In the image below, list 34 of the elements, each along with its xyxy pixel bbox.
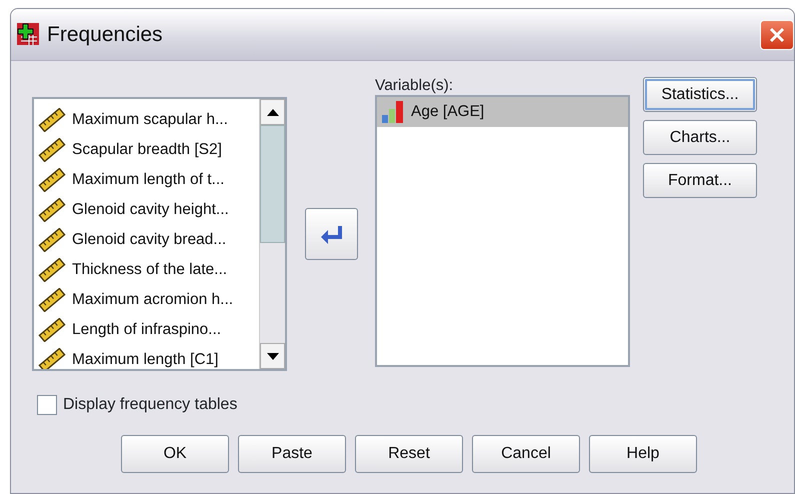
close-button[interactable] — [760, 20, 794, 50]
dialog-button[interactable]: Cancel — [472, 435, 580, 473]
dialog-button[interactable]: Help — [589, 435, 697, 473]
dialog-button[interactable]: OK — [121, 435, 229, 473]
checkbox[interactable] — [37, 395, 57, 415]
dialog-button[interactable]: Format... — [643, 163, 757, 198]
list-item[interactable]: Scapular breadth [S2] — [34, 135, 259, 165]
up-arrow-icon — [266, 108, 278, 116]
down-arrow-icon — [266, 352, 278, 360]
variables-label: Variable(s): — [375, 77, 454, 95]
bar-chart-icon — [381, 100, 405, 124]
scrollbar[interactable] — [259, 99, 285, 369]
arrow-icon — [320, 224, 342, 244]
app-icon — [17, 23, 39, 46]
list-item[interactable]: Length of infraspino... — [34, 315, 259, 345]
checkbox-label: Display frequency tables — [63, 395, 238, 415]
list-item[interactable]: Maximum length of t... — [34, 165, 259, 195]
dialog-button[interactable]: Reset — [355, 435, 463, 473]
list-item[interactable]: Glenoid cavity bread... — [34, 225, 259, 255]
dialog-button[interactable]: Statistics... — [643, 77, 757, 112]
scroll-thumb[interactable] — [260, 125, 285, 243]
move-button[interactable] — [304, 208, 358, 260]
scroll-down-button[interactable] — [260, 343, 285, 369]
list-item[interactable]: Age [AGE] — [377, 97, 628, 127]
window-title: Frequencies — [47, 22, 163, 48]
list-item[interactable]: Glenoid cavity height... — [34, 195, 259, 225]
list-item[interactable]: Maximum length [C1] — [34, 345, 259, 369]
list-item[interactable]: Maximum scapular h... — [34, 105, 259, 135]
list-item[interactable]: Thickness of the late... — [34, 255, 259, 285]
close-icon — [768, 26, 786, 44]
scroll-up-button[interactable] — [260, 99, 285, 125]
dialog-button[interactable]: Charts... — [643, 120, 757, 155]
list-item[interactable]: Maximum acromion h... — [34, 285, 259, 315]
dialog-button[interactable]: Paste — [238, 435, 346, 473]
